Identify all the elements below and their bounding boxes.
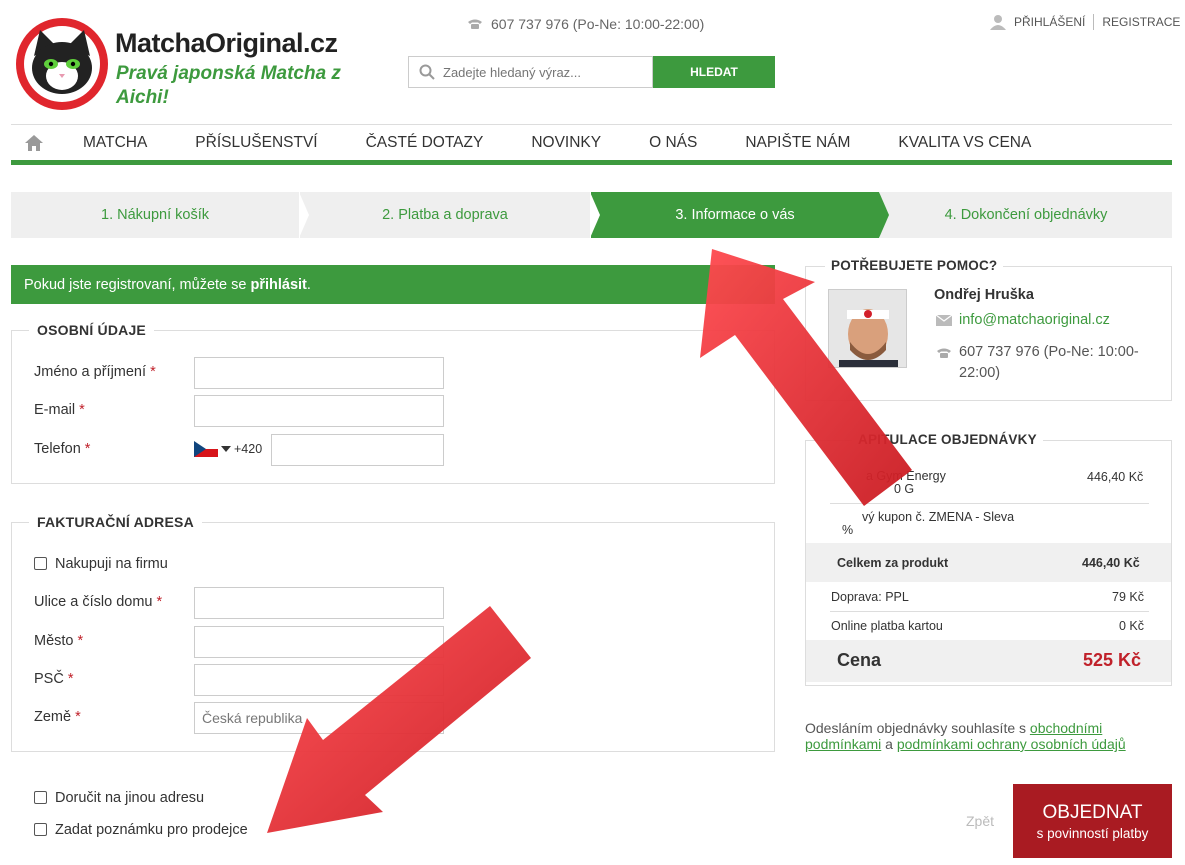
arrow-pointing-step-icon	[700, 249, 912, 506]
arrow-pointing-checkbox-icon	[267, 606, 531, 833]
annotation-arrows	[267, 249, 912, 833]
